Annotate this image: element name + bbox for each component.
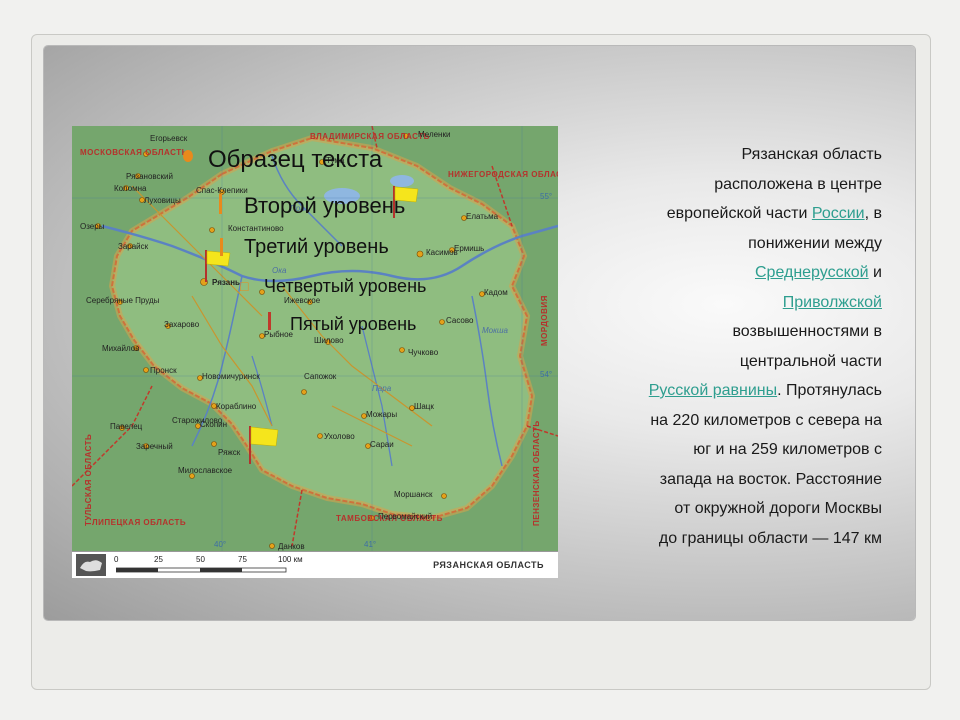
city-egorevsk: Егорьевск [150, 134, 188, 143]
desc-line: на 220 километров с севера на [650, 411, 882, 429]
link-russian-plain[interactable]: Русской равнины [649, 382, 777, 399]
city-ermishi: Ермишь [454, 244, 485, 253]
scale-100: 100 км [278, 555, 303, 564]
desc-line: от окружной дороги Москвы [674, 500, 882, 517]
region-label-lipetsk: ЛИПЕЦКАЯ ОБЛАСТЬ [92, 518, 187, 527]
description-text: Рязанская область расположена в центре е… [588, 140, 882, 553]
region-label-tula: ТУЛЬСКАЯ ОБЛАСТЬ [84, 433, 93, 526]
grid-lat-55: 55° [540, 192, 553, 201]
grid-lon-40: 40° [214, 540, 227, 549]
desc-line: возвышенностями в [732, 323, 882, 340]
bullet-level2-icon [219, 194, 222, 214]
link-russia[interactable]: России [812, 205, 865, 222]
desc-line: Приволжской [588, 288, 882, 318]
region-label-mordovia: МОРДОВИЯ [540, 295, 549, 346]
desc-line: юг и на 259 километров с [693, 441, 882, 458]
city-sarai: Сараи [370, 440, 394, 449]
city-rybnoe: Рыбное [264, 330, 293, 339]
city-serebryanye-prudy: Серебряные Пруды [86, 296, 160, 305]
city-chuchkovo: Чучково [408, 348, 439, 357]
city-zaraisk: Зарайск [118, 242, 149, 251]
scale-50: 50 [196, 555, 205, 564]
placeholder-level3[interactable]: Третий уровень [244, 236, 389, 259]
city-mozhary: Можары [366, 410, 398, 419]
desc-line: центральной части [739, 352, 882, 370]
grid-lon-41: 41° [364, 540, 377, 549]
desc-line: Среднерусской и [754, 264, 882, 281]
city-zakharovo: Захарово [164, 320, 200, 329]
desc-line: до границы области — 147 км [658, 529, 882, 547]
flag-icon [205, 250, 231, 282]
region-label-penza: ПЕНЗЕНСКАЯ ОБЛАСТЬ [532, 420, 541, 526]
grid-lat-54: 54° [540, 370, 553, 379]
placeholder-level5[interactable]: Пятый уровень [290, 314, 416, 335]
city-shilovo: Шилово [314, 336, 344, 345]
desc-line: понижении между [748, 234, 882, 252]
region-label-nizhny: НИЖЕГОРОДСКАЯ ОБЛАСТЬ [448, 170, 558, 179]
city-pavelets: Павелец [110, 422, 143, 431]
desc-line: Рязанская область [741, 146, 882, 163]
city-lukhovitsy: Луховицы [144, 196, 181, 205]
city-izhevskoe: Ижевское [284, 296, 321, 305]
placeholder-level2[interactable]: Второй уровень [244, 193, 405, 219]
city-ryazanovsky: Рязановский [126, 172, 173, 181]
placeholder-level1[interactable]: Образец текста [208, 146, 382, 174]
river-label-moksha: Мокша [482, 326, 508, 335]
city-novomichurinsk: Новомичуринск [202, 372, 260, 381]
river-label-para: Пара [372, 384, 392, 393]
bullet-level5-icon [268, 312, 271, 330]
river-label-oka: Ока [272, 266, 287, 275]
link-srednerusskaya[interactable]: Среднерусской [755, 264, 869, 281]
scale-0: 0 [114, 555, 119, 564]
placeholder-level4[interactable]: Четвертый уровень [264, 276, 426, 297]
flag-icon [249, 426, 279, 464]
bullet-level1-icon [183, 150, 193, 162]
city-kasimov: Касимов [426, 248, 458, 257]
scale-25: 25 [154, 555, 163, 564]
city-kadom: Кадом [484, 288, 508, 297]
city-shatsk: Шацк [414, 402, 434, 411]
region-label-moscow: МОСКОВСКАЯ ОБЛАСТЬ [80, 148, 188, 157]
city-sapozhok: Сапожок [304, 372, 337, 381]
scale-ruler [116, 567, 287, 573]
region-label-vladimir: ВЛАДИМИРСКАЯ ОБЛАСТЬ [310, 132, 430, 141]
city-korablino: Кораблино [216, 402, 257, 411]
map-scale-bar: 0 25 50 75 100 км РЯЗАНСКАЯ ОБЛАСТЬ [72, 551, 558, 578]
bullet-level4-icon: □ [240, 278, 249, 294]
desc-line: запада на восток. Расстояние [659, 470, 882, 488]
city-ozery: Озеры [80, 222, 105, 231]
bullet-level3-icon [220, 238, 223, 256]
desc-line: Русской равнины. Протянулась [648, 382, 882, 399]
russia-silhouette-icon [76, 554, 106, 576]
city-mikhailov: Михайлов [102, 344, 140, 353]
city-sasovo: Сасово [446, 316, 474, 325]
map-title: РЯЗАНСКАЯ ОБЛАСТЬ [433, 560, 544, 570]
city-zarechny: Заречный [136, 442, 173, 451]
city-kolomna: Коломна [114, 184, 147, 193]
scale-75: 75 [238, 555, 247, 564]
city-pervomaisky: Первомайский [378, 512, 433, 521]
city-pronsk: Пронск [150, 366, 177, 375]
city-miloslavskoe: Милославское [178, 466, 233, 475]
city-danikov: Данков [278, 542, 305, 551]
city-ukholovo: Ухолово [324, 432, 355, 441]
city-starozhilovo: Старожилово [172, 416, 223, 425]
city-konstantinovo: Константиново [228, 224, 284, 233]
desc-line: расположена в центре [714, 175, 882, 193]
city-morshansk: Моршанск [394, 490, 433, 499]
desc-line: европейской части России, в [666, 205, 882, 222]
city-ryazhsk: Ряжск [218, 448, 241, 457]
city-melenki: Меленки [418, 130, 451, 139]
link-privolzhskaya[interactable]: Приволжской [783, 294, 882, 311]
city-elatma: Елатьма [466, 212, 499, 221]
